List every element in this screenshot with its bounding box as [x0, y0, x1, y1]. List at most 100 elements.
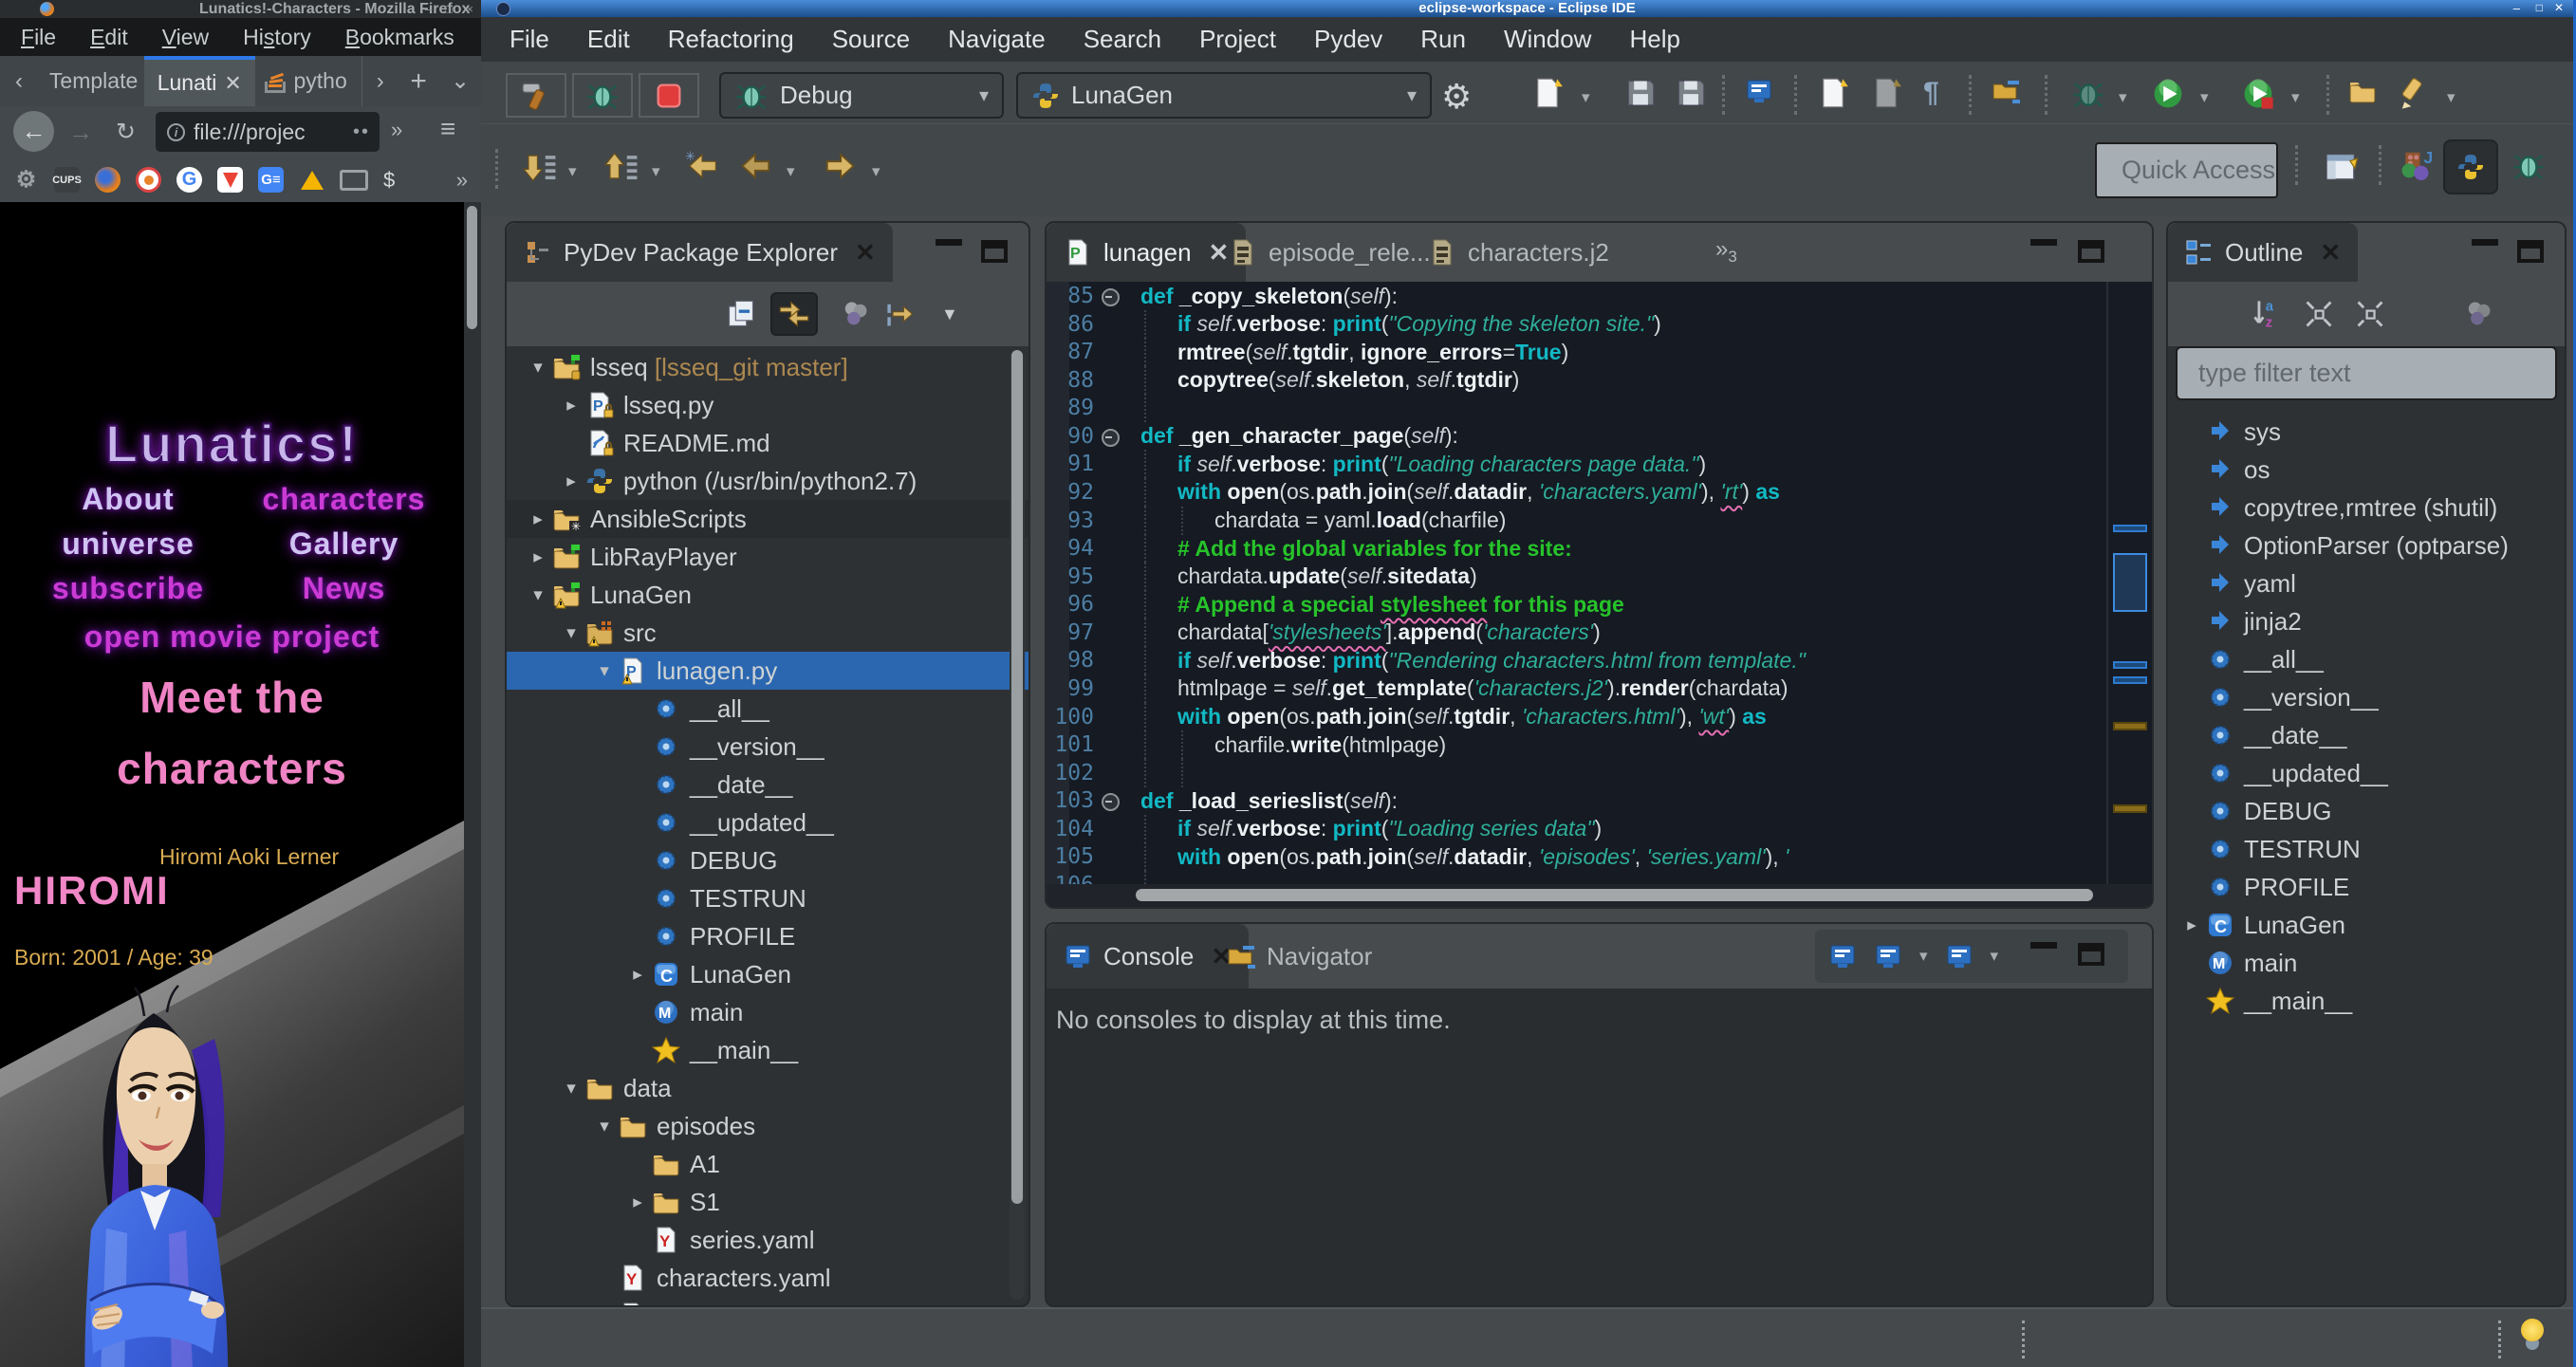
- outline-item-testrun[interactable]: TESTRUN: [2168, 830, 2565, 868]
- maximize-view-icon[interactable]: [2517, 240, 2544, 263]
- previous-annotation-icon[interactable]: [1870, 77, 1902, 109]
- bookmark-google-icon[interactable]: G: [176, 167, 202, 193]
- gear-icon[interactable]: ⚙: [13, 167, 39, 193]
- eclipse-menu-project[interactable]: Project: [1199, 25, 1276, 54]
- outline-item-__date__[interactable]: __date__: [2168, 716, 2565, 754]
- eclipse-menu-window[interactable]: Window: [1504, 25, 1591, 54]
- back-button[interactable]: ←: [13, 111, 54, 152]
- tree-item-src[interactable]: ▾src: [507, 614, 1029, 652]
- previous-edit-location-icon[interactable]: [604, 149, 640, 185]
- forward-history-icon[interactable]: [823, 149, 857, 183]
- code-line-103[interactable]: 103def _load_serieslist(self):: [1047, 786, 2106, 815]
- outline-item-yaml[interactable]: yaml: [2168, 564, 2565, 602]
- nav-link-characters[interactable]: characters: [242, 482, 446, 517]
- console-tab[interactable]: Console✕: [1047, 924, 1249, 988]
- site-info-icon[interactable]: i: [167, 123, 185, 141]
- firefox-menu-view[interactable]: View: [162, 25, 209, 50]
- tab-scroll-left-icon[interactable]: ‹: [0, 56, 38, 106]
- open-perspective-icon[interactable]: [2324, 149, 2360, 185]
- marker-pen-icon[interactable]: [2398, 77, 2432, 111]
- editor-tab-lunagen[interactable]: Plunagen✕: [1047, 223, 1246, 282]
- new-console-icon[interactable]: [1945, 942, 1974, 970]
- code-line-99[interactable]: 99htmlpage = self.get_template('characte…: [1047, 674, 2106, 703]
- new-wizard-icon[interactable]: [1531, 77, 1564, 109]
- close-icon[interactable]: ✕: [1209, 238, 1230, 268]
- outline-item-copytreermtreeshutil[interactable]: copytree,rmtree (shutil): [2168, 489, 2565, 526]
- tab-close-icon[interactable]: ✕: [224, 71, 241, 96]
- debug-bug-button[interactable]: [572, 73, 633, 118]
- tree-item-readme.md[interactable]: README.md: [507, 424, 1029, 462]
- eclipse-menu-navigate[interactable]: Navigate: [948, 25, 1046, 54]
- outline-item-__updated__[interactable]: __updated__: [2168, 754, 2565, 792]
- filters-icon[interactable]: [839, 298, 871, 330]
- overview-ruler[interactable]: [2106, 282, 2152, 884]
- code-line-91[interactable]: 91if self.verbose: print("Loading charac…: [1047, 450, 2106, 478]
- tab-lunatics[interactable]: Lunati✕: [144, 56, 256, 106]
- code-line-105[interactable]: 105with open(os.path.join(self.datadir, …: [1047, 842, 2106, 871]
- collapse-icon[interactable]: [2303, 298, 2335, 330]
- bookmark-dollar-label[interactable]: $: [383, 168, 395, 193]
- outline-item-profile[interactable]: PROFILE: [2168, 868, 2565, 906]
- tree-item-lunagen.py[interactable]: ▾Plunagen.py: [507, 652, 1029, 690]
- eclipse-menu-file[interactable]: File: [510, 25, 549, 54]
- tree-item-__date__[interactable]: __date__: [507, 766, 1029, 804]
- nav-link-universe[interactable]: universe: [28, 526, 228, 562]
- firefox-minimize-button[interactable]: –: [425, 2, 432, 16]
- tree-item-ansiblescripts[interactable]: ▸✳AnsibleScripts: [507, 500, 1029, 538]
- overview-viewport[interactable]: [2113, 553, 2147, 612]
- minimize-view-icon[interactable]: [936, 236, 962, 246]
- nav-link-about[interactable]: About: [28, 482, 228, 517]
- tab-scroll-right-icon[interactable]: ›: [361, 56, 398, 106]
- sort-icon[interactable]: az: [2252, 298, 2284, 330]
- url-bar[interactable]: i file:///projec ••: [156, 112, 380, 152]
- tab-list-icon[interactable]: ⌄: [439, 56, 481, 106]
- code-line-100[interactable]: 100with open(os.path.join(self.tgtdir, '…: [1047, 703, 2106, 731]
- explorer-scrollbar[interactable]: [1010, 350, 1025, 1300]
- close-icon[interactable]: ✕: [855, 238, 876, 268]
- editor-tab-episoderele[interactable]: episode_rele...: [1229, 223, 1431, 282]
- quick-access-input[interactable]: Quick Access: [2095, 142, 2278, 198]
- tree-item-profile[interactable]: PROFILE: [507, 917, 1029, 955]
- bookmark-duckduckgo-icon[interactable]: [136, 167, 161, 193]
- run-configuration-combo[interactable]: LunaGen▾: [1016, 72, 1432, 119]
- eclipse-menu-run[interactable]: Run: [1420, 25, 1466, 54]
- editor-horizontal-scrollbar[interactable]: [1047, 884, 2152, 907]
- tree-item-lunagen[interactable]: ▾LunaGen: [507, 576, 1029, 614]
- page-scrollbar[interactable]: [464, 202, 481, 1367]
- bookmark-firefox-icon[interactable]: [95, 167, 120, 193]
- profile-dropdown[interactable]: ▾: [2291, 88, 2300, 107]
- forward-button[interactable]: →: [68, 118, 93, 147]
- run-dropdown[interactable]: ▾: [2200, 88, 2209, 107]
- minimize-view-icon[interactable]: [2472, 236, 2498, 246]
- code-line-93[interactable]: 93chardata = yaml.load(charfile): [1047, 507, 2106, 535]
- profile-icon[interactable]: [2241, 77, 2275, 111]
- collapse-all-icon[interactable]: [725, 298, 757, 330]
- nav-link-open-movie-project[interactable]: open movie project: [0, 619, 464, 655]
- overflow-chevron-icon[interactable]: »: [391, 118, 402, 142]
- package-explorer-tab[interactable]: PyDev Package Explorer✕: [507, 223, 893, 282]
- tree-item-characters.yaml[interactable]: Ycharacters.yaml: [507, 1259, 1029, 1297]
- tree-item-data[interactable]: ▾data: [507, 1069, 1029, 1107]
- outline-tab[interactable]: Outline✕: [2168, 223, 2358, 282]
- previous-edit-dropdown[interactable]: ▾: [652, 162, 660, 181]
- tree-item-__version__[interactable]: __version__: [507, 728, 1029, 766]
- view-menu-icon[interactable]: ▼: [941, 305, 958, 324]
- firefox-menu-history[interactable]: History: [243, 25, 311, 50]
- save-icon[interactable]: [1624, 77, 1657, 109]
- outline-item-jinja2[interactable]: jinja2: [2168, 602, 2565, 640]
- save-all-icon[interactable]: [1675, 77, 1707, 109]
- outline-item-sys[interactable]: sys: [2168, 413, 2565, 451]
- code-line-88[interactable]: 88copytree(self.skeleton, self.tgtdir): [1047, 366, 2106, 395]
- outline-item-debug[interactable]: DEBUG: [2168, 792, 2565, 830]
- maximize-view-icon[interactable]: [2078, 240, 2104, 263]
- code-line-98[interactable]: 98if self.verbose: print("Rendering char…: [1047, 646, 2106, 674]
- focus-icon[interactable]: [884, 298, 917, 330]
- bookmark-maps-icon[interactable]: [217, 167, 243, 193]
- debug-configuration-combo[interactable]: Debug▾: [719, 72, 1004, 119]
- tab-template[interactable]: Template: [38, 56, 144, 106]
- code-line-86[interactable]: 86if self.verbose: print("Copying the sk…: [1047, 310, 2106, 339]
- outline-item-optionparseroptparse[interactable]: OptionParser (optparse): [2168, 526, 2565, 564]
- new-tab-button[interactable]: +: [398, 56, 439, 106]
- tree-item-a1[interactable]: A1: [507, 1145, 1029, 1183]
- tree-item-testrun[interactable]: TESTRUN: [507, 879, 1029, 917]
